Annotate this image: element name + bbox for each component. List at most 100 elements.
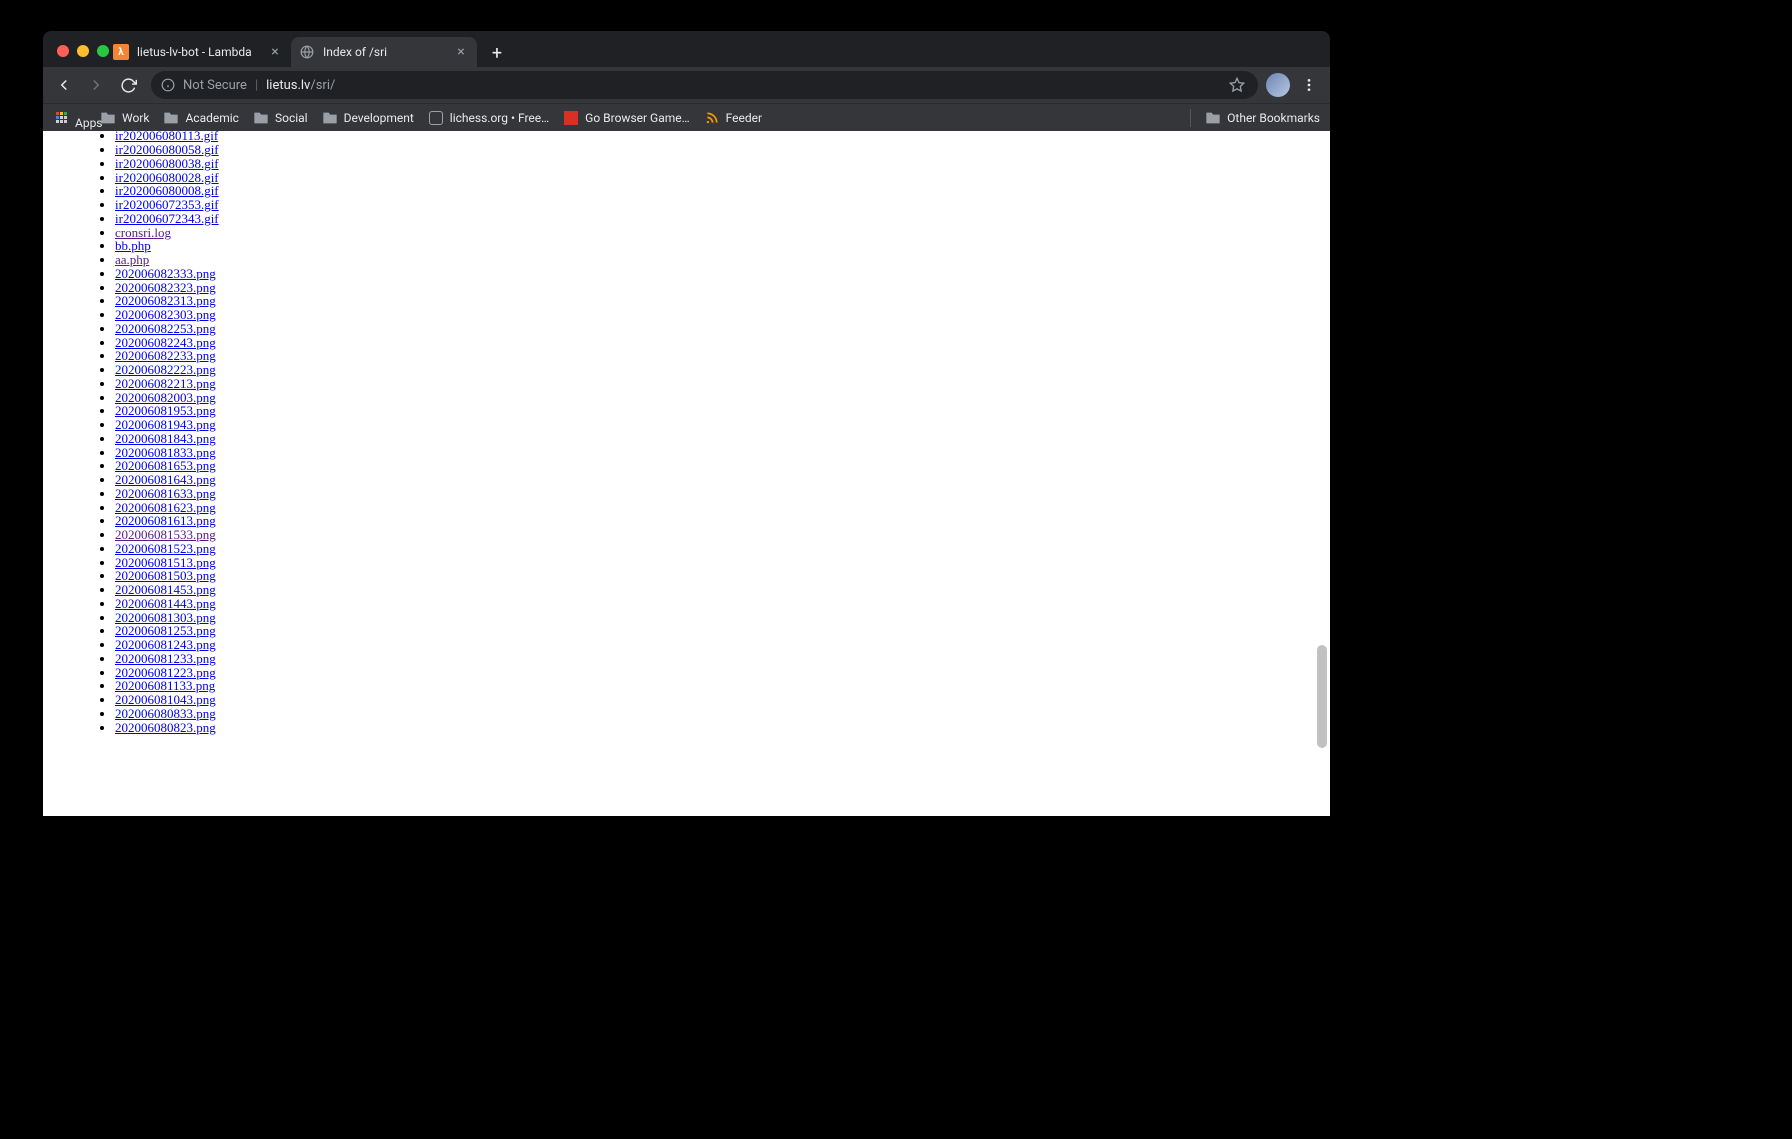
list-item: 202006082223.png — [115, 363, 1330, 377]
file-link[interactable]: 202006081513.png — [115, 555, 216, 570]
file-link[interactable]: 202006081623.png — [115, 500, 216, 515]
file-link[interactable]: ir202006080038.gif — [115, 156, 219, 171]
list-item: 202006081643.png — [115, 473, 1330, 487]
list-item: 202006081453.png — [115, 583, 1330, 597]
file-link[interactable]: 202006082253.png — [115, 321, 216, 336]
close-window-button[interactable] — [57, 45, 69, 57]
file-link[interactable]: bb.php — [115, 238, 151, 253]
file-link[interactable]: 202006080823.png — [115, 720, 216, 735]
list-item: 202006082233.png — [115, 349, 1330, 363]
folder-icon — [100, 110, 116, 126]
back-button[interactable] — [49, 70, 79, 100]
file-link[interactable]: 202006081223.png — [115, 665, 216, 680]
list-item: 202006082213.png — [115, 377, 1330, 391]
file-link[interactable]: 202006082303.png — [115, 307, 216, 322]
list-item: 202006081623.png — [115, 501, 1330, 515]
file-link[interactable]: 202006082233.png — [115, 348, 216, 363]
address-bar[interactable]: Not Secure | lietus.lv/sri/ — [151, 71, 1258, 99]
tab-title: Index of /sri — [323, 45, 445, 59]
scrollbar[interactable] — [1316, 131, 1328, 816]
other-bookmarks-button[interactable]: Other Bookmarks — [1205, 110, 1320, 126]
file-link[interactable]: cronsri.log — [115, 225, 171, 240]
file-link[interactable]: 202006081613.png — [115, 513, 216, 528]
file-link[interactable]: 202006081303.png — [115, 610, 216, 625]
file-link[interactable]: 202006080833.png — [115, 706, 216, 721]
list-item: ir202006080113.gif — [115, 131, 1330, 143]
list-item: 202006081533.png — [115, 528, 1330, 542]
bookmark-feeder[interactable]: Feeder — [704, 110, 762, 126]
tab-0[interactable]: λlietus-lv-bot - Lambda× — [105, 37, 291, 67]
bookmark-lichess[interactable]: lichess.org • Free… — [428, 110, 549, 126]
list-item: 202006081523.png — [115, 542, 1330, 556]
file-link[interactable]: 202006081243.png — [115, 637, 216, 652]
profile-avatar[interactable] — [1266, 73, 1290, 97]
reload-button[interactable] — [113, 70, 143, 100]
file-link[interactable]: 202006082213.png — [115, 376, 216, 391]
rss-icon — [704, 110, 720, 126]
file-link[interactable]: 202006081503.png — [115, 568, 216, 583]
list-item: 202006081633.png — [115, 487, 1330, 501]
minimize-window-button[interactable] — [77, 45, 89, 57]
bookmark-folder-development[interactable]: Development — [322, 110, 414, 126]
file-link[interactable]: 202006082223.png — [115, 362, 216, 377]
file-link[interactable]: 202006082333.png — [115, 266, 216, 281]
file-link[interactable]: 202006081443.png — [115, 596, 216, 611]
file-link[interactable]: 202006082323.png — [115, 280, 216, 295]
file-link[interactable]: 202006081833.png — [115, 445, 216, 460]
file-link[interactable]: 202006081633.png — [115, 486, 216, 501]
bookmark-go-browser-game[interactable]: Go Browser Game… — [563, 110, 690, 126]
file-link[interactable]: ir202006080058.gif — [115, 142, 219, 157]
apps-label: Apps — [75, 116, 86, 119]
file-link[interactable]: 202006081533.png — [115, 527, 216, 542]
bookmark-label: Other Bookmarks — [1227, 111, 1320, 125]
file-link[interactable]: 202006082003.png — [115, 390, 216, 405]
file-link[interactable]: 202006082243.png — [115, 335, 216, 350]
file-link[interactable]: 202006081043.png — [115, 692, 216, 707]
bookmark-folder-social[interactable]: Social — [253, 110, 308, 126]
tab-title: lietus-lv-bot - Lambda — [137, 45, 259, 59]
list-item: bb.php — [115, 239, 1330, 253]
new-tab-button[interactable]: + — [483, 39, 511, 67]
forward-button[interactable] — [81, 70, 111, 100]
close-tab-icon[interactable]: × — [267, 44, 283, 60]
list-item: 202006081653.png — [115, 459, 1330, 473]
list-item: 202006081613.png — [115, 514, 1330, 528]
list-item: ir202006080058.gif — [115, 143, 1330, 157]
list-item: 202006082323.png — [115, 281, 1330, 295]
file-link[interactable]: ir202006080008.gif — [115, 183, 219, 198]
file-link[interactable]: 202006081133.png — [115, 678, 215, 693]
file-link[interactable]: 202006081843.png — [115, 431, 216, 446]
file-link[interactable]: 202006081523.png — [115, 541, 216, 556]
file-link[interactable]: ir202006072343.gif — [115, 211, 219, 226]
bookmark-label: Work — [122, 111, 149, 125]
menu-button[interactable] — [1294, 70, 1324, 100]
file-link[interactable]: 202006081953.png — [115, 403, 216, 418]
close-tab-icon[interactable]: × — [453, 44, 469, 60]
file-link[interactable]: 202006081653.png — [115, 458, 216, 473]
file-link[interactable]: ir202006080028.gif — [115, 170, 219, 185]
file-link[interactable]: 202006081253.png — [115, 623, 216, 638]
list-item: 202006081953.png — [115, 404, 1330, 418]
list-item: 202006082303.png — [115, 308, 1330, 322]
page-viewport[interactable]: ir202006080258.gifir202006080243.gifir20… — [43, 131, 1330, 816]
list-item: 202006081833.png — [115, 446, 1330, 460]
bookmark-folder-work[interactable]: Work — [100, 110, 149, 126]
file-link[interactable]: 202006081453.png — [115, 582, 216, 597]
file-link[interactable]: 202006081943.png — [115, 417, 216, 432]
list-item: 202006082333.png — [115, 267, 1330, 281]
tab-1[interactable]: Index of /sri × — [291, 37, 477, 67]
scrollbar-thumb[interactable] — [1317, 645, 1327, 748]
file-link[interactable]: aa.php — [115, 252, 149, 267]
bookmark-folder-academic[interactable]: Academic — [163, 110, 239, 126]
site-info-icon[interactable] — [161, 78, 175, 92]
file-link[interactable]: 202006081643.png — [115, 472, 216, 487]
apps-shortcut[interactable]: Apps — [53, 110, 86, 126]
tab-strip: λlietus-lv-bot - Lambda×Index of /sri×+ — [105, 35, 511, 67]
file-link[interactable]: 202006081233.png — [115, 651, 216, 666]
list-item: 202006081233.png — [115, 652, 1330, 666]
file-link[interactable]: 202006082313.png — [115, 293, 216, 308]
bookmark-star-icon[interactable] — [1226, 74, 1248, 96]
list-item: 202006081443.png — [115, 597, 1330, 611]
list-item: 202006080833.png — [115, 707, 1330, 721]
file-link[interactable]: ir202006072353.gif — [115, 197, 219, 212]
